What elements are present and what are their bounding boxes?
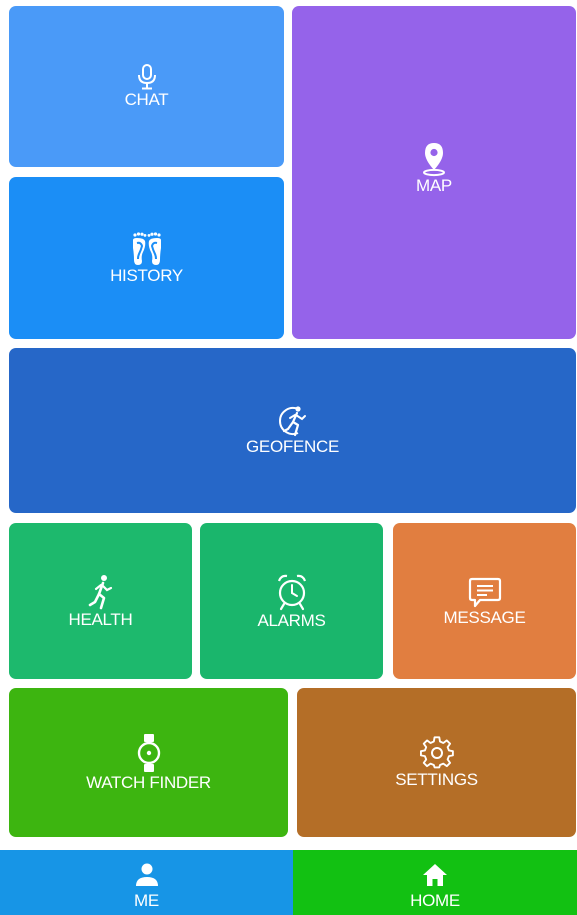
health-tile[interactable]: HEALTH: [9, 523, 192, 679]
history-tile[interactable]: HISTORY: [9, 177, 284, 339]
nav-home[interactable]: HOME: [293, 850, 577, 915]
geofence-label: GEOFENCE: [245, 437, 339, 456]
nav-me-label: ME: [134, 891, 159, 910]
location-pin-icon: [421, 142, 447, 177]
map-label: MAP: [416, 176, 452, 195]
map-tile[interactable]: MAP: [292, 6, 576, 339]
microphone-icon: [136, 64, 158, 90]
message-label: MESSAGE: [443, 607, 526, 627]
nav-me[interactable]: ME: [0, 850, 293, 915]
geofence-tile[interactable]: GEOFENCE: [9, 348, 576, 513]
watch-finder-tile[interactable]: WATCH FINDER: [9, 688, 288, 837]
alarm-clock-icon: [276, 573, 308, 611]
footprints-icon: [129, 231, 165, 266]
alarms-label: ALARMS: [257, 610, 326, 630]
watch-icon: [137, 733, 161, 773]
gear-icon: [419, 736, 454, 770]
nav-home-label: HOME: [410, 891, 460, 910]
settings-label: SETTINGS: [395, 770, 478, 789]
watch-finder-label: WATCH FINDER: [86, 773, 211, 792]
geofence-runner-icon: [276, 405, 310, 437]
message-tile[interactable]: MESSAGE: [393, 523, 576, 679]
history-label: HISTORY: [110, 265, 183, 285]
alarms-tile[interactable]: ALARMS: [200, 523, 383, 679]
running-person-icon: [87, 574, 115, 610]
home-icon: [422, 863, 448, 887]
settings-tile[interactable]: SETTINGS: [297, 688, 576, 837]
health-label: HEALTH: [68, 609, 133, 629]
person-icon: [135, 863, 159, 887]
message-icon: [468, 576, 502, 608]
chat-tile[interactable]: CHAT: [9, 6, 284, 167]
chat-label: CHAT: [124, 90, 169, 109]
